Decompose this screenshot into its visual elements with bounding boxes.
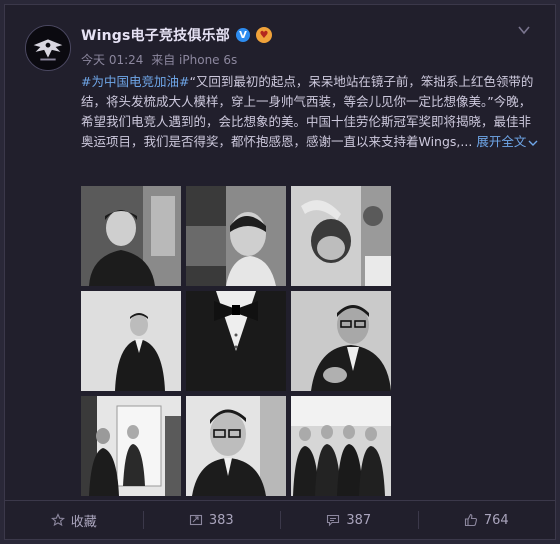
like-button[interactable]: 764 <box>417 501 556 539</box>
chevron-down-icon[interactable] <box>517 23 531 37</box>
repost-count: 383 <box>208 512 234 528</box>
like-count: 764 <box>483 512 509 528</box>
post-meta: 今天 01:24 来自 iPhone 6s <box>81 51 241 68</box>
thumbs-up-icon <box>464 513 477 527</box>
verified-icon: V <box>235 28 250 42</box>
photo-glasses-suit-portrait[interactable] <box>291 291 391 391</box>
chevron-down-icon <box>528 140 538 146</box>
weibo-post-card: Wings电子竞技俱乐部 V ♥ 今天 01:24 来自 iPhone 6s #… <box>4 4 556 540</box>
photo-haircut-back-view[interactable] <box>186 186 286 286</box>
hashtag-link[interactable]: #为中国电竞加油# <box>81 74 189 89</box>
repost-icon <box>189 514 202 526</box>
avatar[interactable] <box>25 25 71 71</box>
star-icon <box>50 513 65 527</box>
repost-button[interactable]: 383 <box>142 501 281 539</box>
photo-suit-portrait-standing[interactable] <box>81 291 181 391</box>
comment-button[interactable]: 387 <box>280 501 418 539</box>
photo-mirror-group[interactable] <box>81 396 181 496</box>
photo-hair-styling[interactable] <box>291 186 391 286</box>
photo-group-in-suits[interactable] <box>291 396 391 496</box>
photo-barber-chair-portrait[interactable] <box>81 186 181 286</box>
expand-link[interactable]: 展开全文 <box>476 134 538 149</box>
author-row: Wings电子竞技俱乐部 V ♥ <box>81 25 272 45</box>
comment-icon <box>327 514 340 527</box>
post-source: 来自 iPhone 6s <box>151 53 238 67</box>
wings-logo-icon <box>26 26 70 70</box>
photo-glasses-closeup[interactable] <box>186 396 286 496</box>
author-name[interactable]: Wings电子竞技俱乐部 <box>81 25 230 45</box>
post-time[interactable]: 今天 01:24 <box>81 53 143 67</box>
heart-face-icon: ♥ <box>255 27 272 43</box>
comment-count: 387 <box>346 512 372 528</box>
expand-label: 展开全文 <box>476 134 527 149</box>
favorite-label: 收藏 <box>70 514 97 530</box>
post-action-bar: 收藏 383 387 764 <box>5 500 555 539</box>
photo-bowtie-closeup[interactable] <box>186 291 286 391</box>
favorite-button[interactable]: 收藏 <box>5 501 143 539</box>
post-text: #为中国电竞加油#“又回到最初的起点，呆呆地站在镜子前，笨拙系上红色领带的结，将… <box>81 72 541 152</box>
photo-grid <box>81 186 391 496</box>
